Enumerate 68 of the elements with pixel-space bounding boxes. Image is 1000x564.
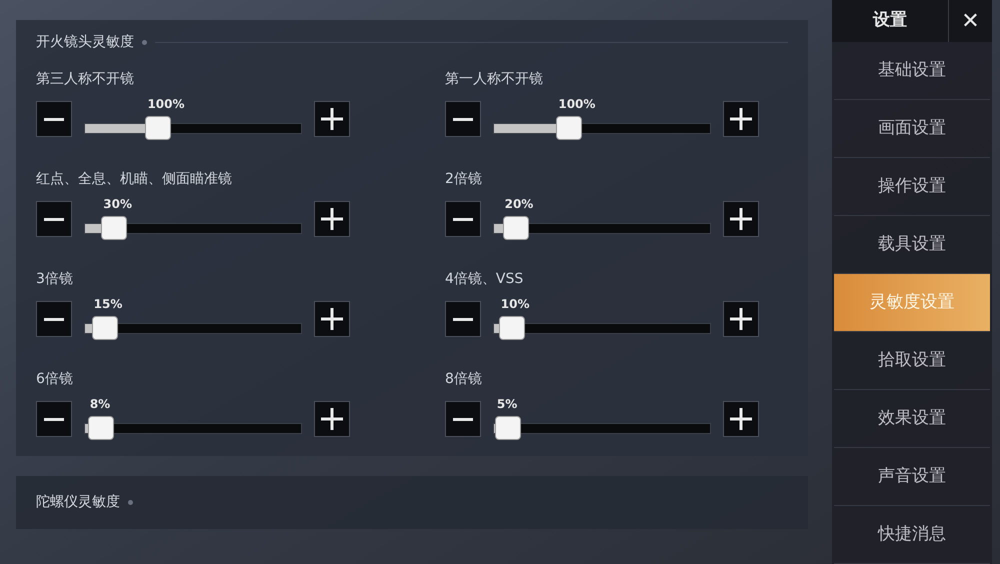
slider-value: 20% [504, 198, 534, 210]
panel-title: 设置 [872, 9, 908, 32]
slider-thumb[interactable] [556, 116, 582, 140]
plus-icon [321, 308, 343, 330]
slider-value: 15% [94, 298, 122, 310]
minus-icon [44, 218, 64, 220]
slider-label: 6倍镜 [36, 370, 74, 389]
increase-button[interactable] [723, 101, 759, 137]
section-title: 开火镜头灵敏度 [36, 33, 134, 52]
minus-icon [44, 118, 64, 120]
slider-label: 第一人称不开镜 [445, 70, 544, 89]
slider-value: 30% [103, 198, 132, 210]
sidebar-tab[interactable]: 快捷消息 [834, 506, 990, 564]
decrease-button[interactable] [445, 301, 481, 337]
slider-label: 8倍镜 [445, 370, 483, 389]
plus-icon [730, 408, 752, 430]
decrease-button[interactable] [36, 301, 72, 337]
decrease-button[interactable] [445, 101, 481, 137]
increase-button[interactable] [723, 201, 759, 237]
minus-icon [453, 418, 473, 420]
sidebar-tab[interactable]: 操作设置 [834, 158, 990, 216]
slider-thumb[interactable] [498, 316, 525, 340]
slider-value: 100% [558, 98, 596, 110]
sidebar-tab[interactable]: 拾取设置 [834, 332, 990, 390]
slider-value: 10% [500, 298, 530, 310]
plus-icon [730, 308, 752, 330]
decrease-button[interactable] [36, 101, 72, 137]
slider-value: 8% [90, 398, 110, 410]
plus-icon [321, 208, 343, 230]
decrease-button[interactable] [36, 201, 72, 237]
slider-thumb[interactable] [88, 416, 114, 440]
slider-thumb[interactable] [101, 216, 128, 240]
plus-icon [321, 408, 343, 430]
increase-button[interactable] [723, 401, 759, 437]
sidebar-tab[interactable]: 效果设置 [834, 390, 990, 448]
section-title: 陀螺仪灵敏度 [36, 493, 120, 512]
section-panel[interactable]: 陀螺仪灵敏度 [16, 476, 808, 529]
minus-icon [44, 318, 64, 320]
sidebar-tab[interactable]: 声音设置 [834, 448, 990, 506]
increase-button[interactable] [314, 201, 350, 237]
slider-label: 3倍镜 [36, 270, 74, 289]
plus-icon [730, 208, 752, 230]
increase-button[interactable] [314, 301, 350, 337]
decrease-button[interactable] [445, 401, 481, 437]
sidebar-tab[interactable]: 基础设置 [834, 42, 990, 100]
slider-value: 100% [147, 98, 185, 110]
increase-button[interactable] [314, 401, 350, 437]
slider-value: 5% [496, 398, 518, 410]
decrease-button[interactable] [36, 401, 72, 437]
minus-icon [453, 318, 473, 320]
plus-icon [321, 108, 343, 130]
sidebar-tab[interactable]: 画面设置 [834, 100, 990, 158]
decrease-button[interactable] [445, 201, 481, 237]
plus-icon [730, 108, 752, 130]
slider-label: 4倍镜、VSS [445, 270, 524, 289]
minus-icon [453, 118, 473, 120]
slider-label: 2倍镜 [445, 170, 483, 189]
increase-button[interactable] [723, 301, 759, 337]
increase-button[interactable] [314, 101, 350, 137]
slider-label: 红点、全息、机瞄、侧面瞄准镜 [36, 170, 233, 189]
slider-thumb[interactable] [92, 316, 118, 340]
minus-icon [44, 418, 64, 420]
slider-thumb[interactable] [494, 416, 521, 440]
slider-label: 第三人称不开镜 [36, 70, 135, 89]
close-button[interactable]: ✕ [948, 0, 992, 42]
minus-icon [453, 218, 473, 220]
slider-thumb[interactable] [502, 216, 529, 240]
slider-thumb[interactable] [145, 116, 172, 140]
